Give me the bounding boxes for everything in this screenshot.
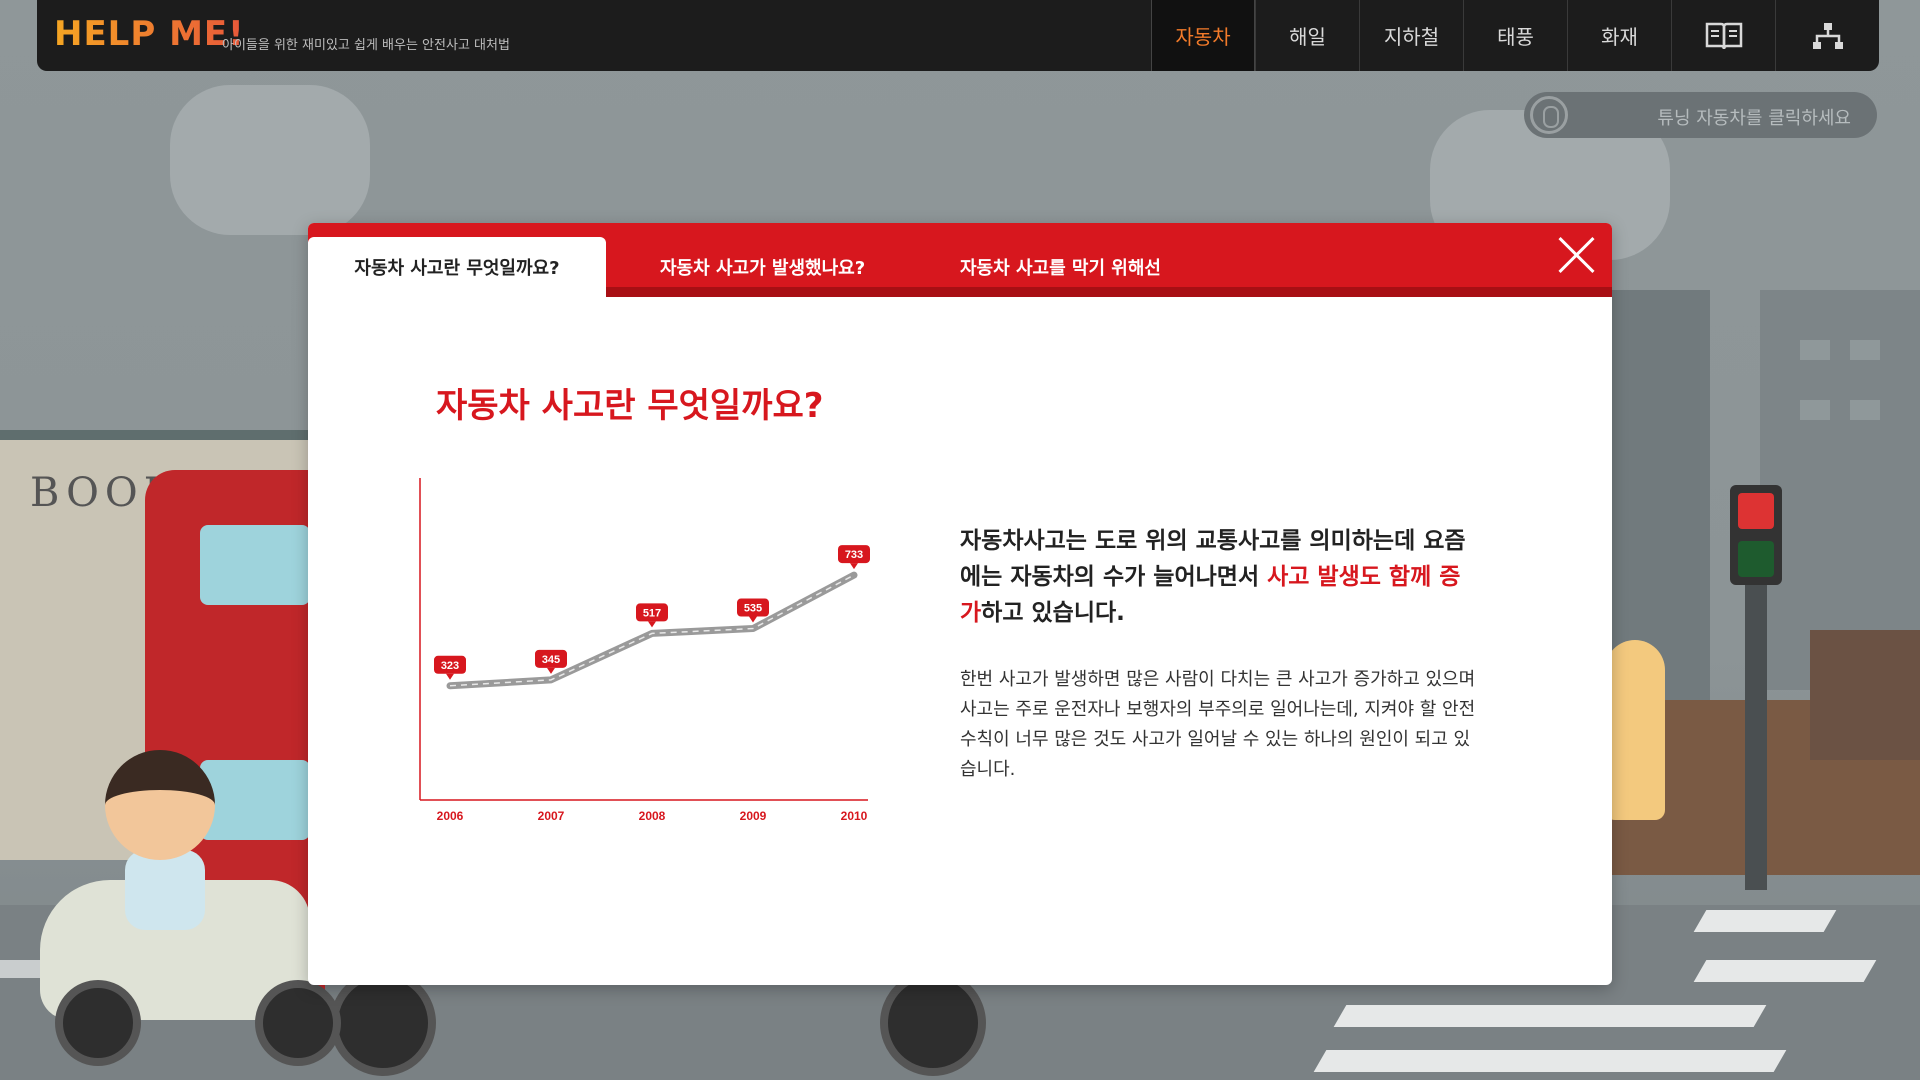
- hint-text: 튜닝 자동차를 클릭하세요: [1657, 108, 1851, 129]
- bus-window: [200, 760, 310, 840]
- bus-window: [200, 525, 310, 605]
- nav-item-typhoon[interactable]: 태풍: [1463, 0, 1567, 71]
- main-nav: 자동차 해일 지하철 태풍 화재: [1151, 0, 1879, 71]
- bus-wheel: [880, 970, 986, 1076]
- nav-item-subway[interactable]: 지하철: [1359, 0, 1463, 71]
- girl-character: [1605, 640, 1665, 820]
- red-light: [1738, 493, 1774, 529]
- x-tick-label: 2006: [437, 809, 464, 823]
- nav-item-car[interactable]: 자동차: [1151, 0, 1255, 71]
- lead-text-end: 하고 있습니다.: [981, 600, 1125, 626]
- boy-character: [125, 850, 205, 930]
- building-window: [1800, 340, 1830, 360]
- boy-head: [105, 750, 215, 860]
- tab-what-is-car-accident[interactable]: 자동차 사고란 무엇일까요?: [308, 237, 606, 297]
- x-tick-label: 2008: [639, 809, 666, 823]
- data-label: 345: [542, 654, 560, 666]
- tuning-car-hint: 튜닝 자동차를 클릭하세요: [1524, 92, 1877, 138]
- x-tick-label: 2010: [841, 809, 868, 823]
- x-tick-label: 2009: [740, 809, 767, 823]
- scooter-wheel: [255, 980, 341, 1066]
- close-icon[interactable]: [1556, 235, 1596, 275]
- data-label-pointer: [749, 616, 757, 623]
- crosswalk-stripe: [1693, 960, 1877, 982]
- signal-pole: [1745, 560, 1767, 890]
- data-label: 733: [845, 549, 863, 561]
- nav-item-tsunami[interactable]: 해일: [1255, 0, 1359, 71]
- sitemap-icon-svg: [1812, 22, 1843, 49]
- data-label-pointer: [648, 621, 656, 628]
- house: [1810, 630, 1920, 760]
- bus-wheel: [330, 970, 436, 1076]
- data-label-pointer: [850, 563, 858, 570]
- book-icon[interactable]: [1671, 0, 1775, 71]
- app-logo[interactable]: HELP ME!: [54, 14, 245, 54]
- info-modal: 자동차 사고란 무엇일까요? 자동차 사고가 발생했나요? 자동차 사고를 막기…: [308, 223, 1612, 985]
- scooter-wheel: [55, 980, 141, 1066]
- sitemap-icon[interactable]: [1775, 0, 1879, 71]
- green-light: [1738, 541, 1774, 577]
- cloud: [170, 85, 370, 235]
- crosswalk-stripe: [1333, 1005, 1767, 1027]
- building-window: [1850, 400, 1880, 420]
- accident-line-chart: 323 2006 345 2007 517 2008 535 2009 733 2010: [419, 478, 870, 823]
- data-label-pointer: [547, 667, 555, 674]
- building-window: [1800, 400, 1830, 420]
- series-line: [446, 571, 858, 690]
- data-label: 517: [643, 607, 661, 619]
- x-tick-label: 2007: [538, 809, 565, 823]
- body-paragraph: 한번 사고가 발생하면 많은 사람이 다치는 큰 사고가 증가하고 있으며 사고…: [960, 669, 1476, 780]
- crosswalk-stripe: [1313, 1050, 1787, 1072]
- top-navigation-bar: HELP ME! 아이들을 위한 재미있고 쉽게 배우는 안전사고 대처법 자동…: [37, 0, 1879, 71]
- modal-title: 자동차 사고란 무엇일까요?: [436, 386, 824, 426]
- tab-prevent-accident[interactable]: 자동차 사고를 막기 위해선: [960, 237, 1161, 297]
- app-tagline: 아이들을 위한 재미있고 쉽게 배우는 안전사고 대처법: [222, 38, 510, 53]
- crosswalk-stripe: [1693, 910, 1837, 932]
- data-label-pointer: [446, 673, 454, 680]
- pedestrian-signal: [1730, 485, 1782, 585]
- data-label: 323: [441, 660, 459, 672]
- nav-item-fire[interactable]: 화재: [1567, 0, 1671, 71]
- lead-paragraph: 자동차사고는 도로 위의 교통사고를 의미하는데 요즘에는 자동차의 수가 늘어…: [960, 523, 1480, 631]
- building-window: [1850, 340, 1880, 360]
- data-label: 535: [744, 603, 762, 615]
- mouse-icon: [1530, 96, 1568, 134]
- book-icon-svg: [1705, 22, 1742, 49]
- tab-accident-happened[interactable]: 자동차 사고가 발생했나요?: [660, 237, 865, 297]
